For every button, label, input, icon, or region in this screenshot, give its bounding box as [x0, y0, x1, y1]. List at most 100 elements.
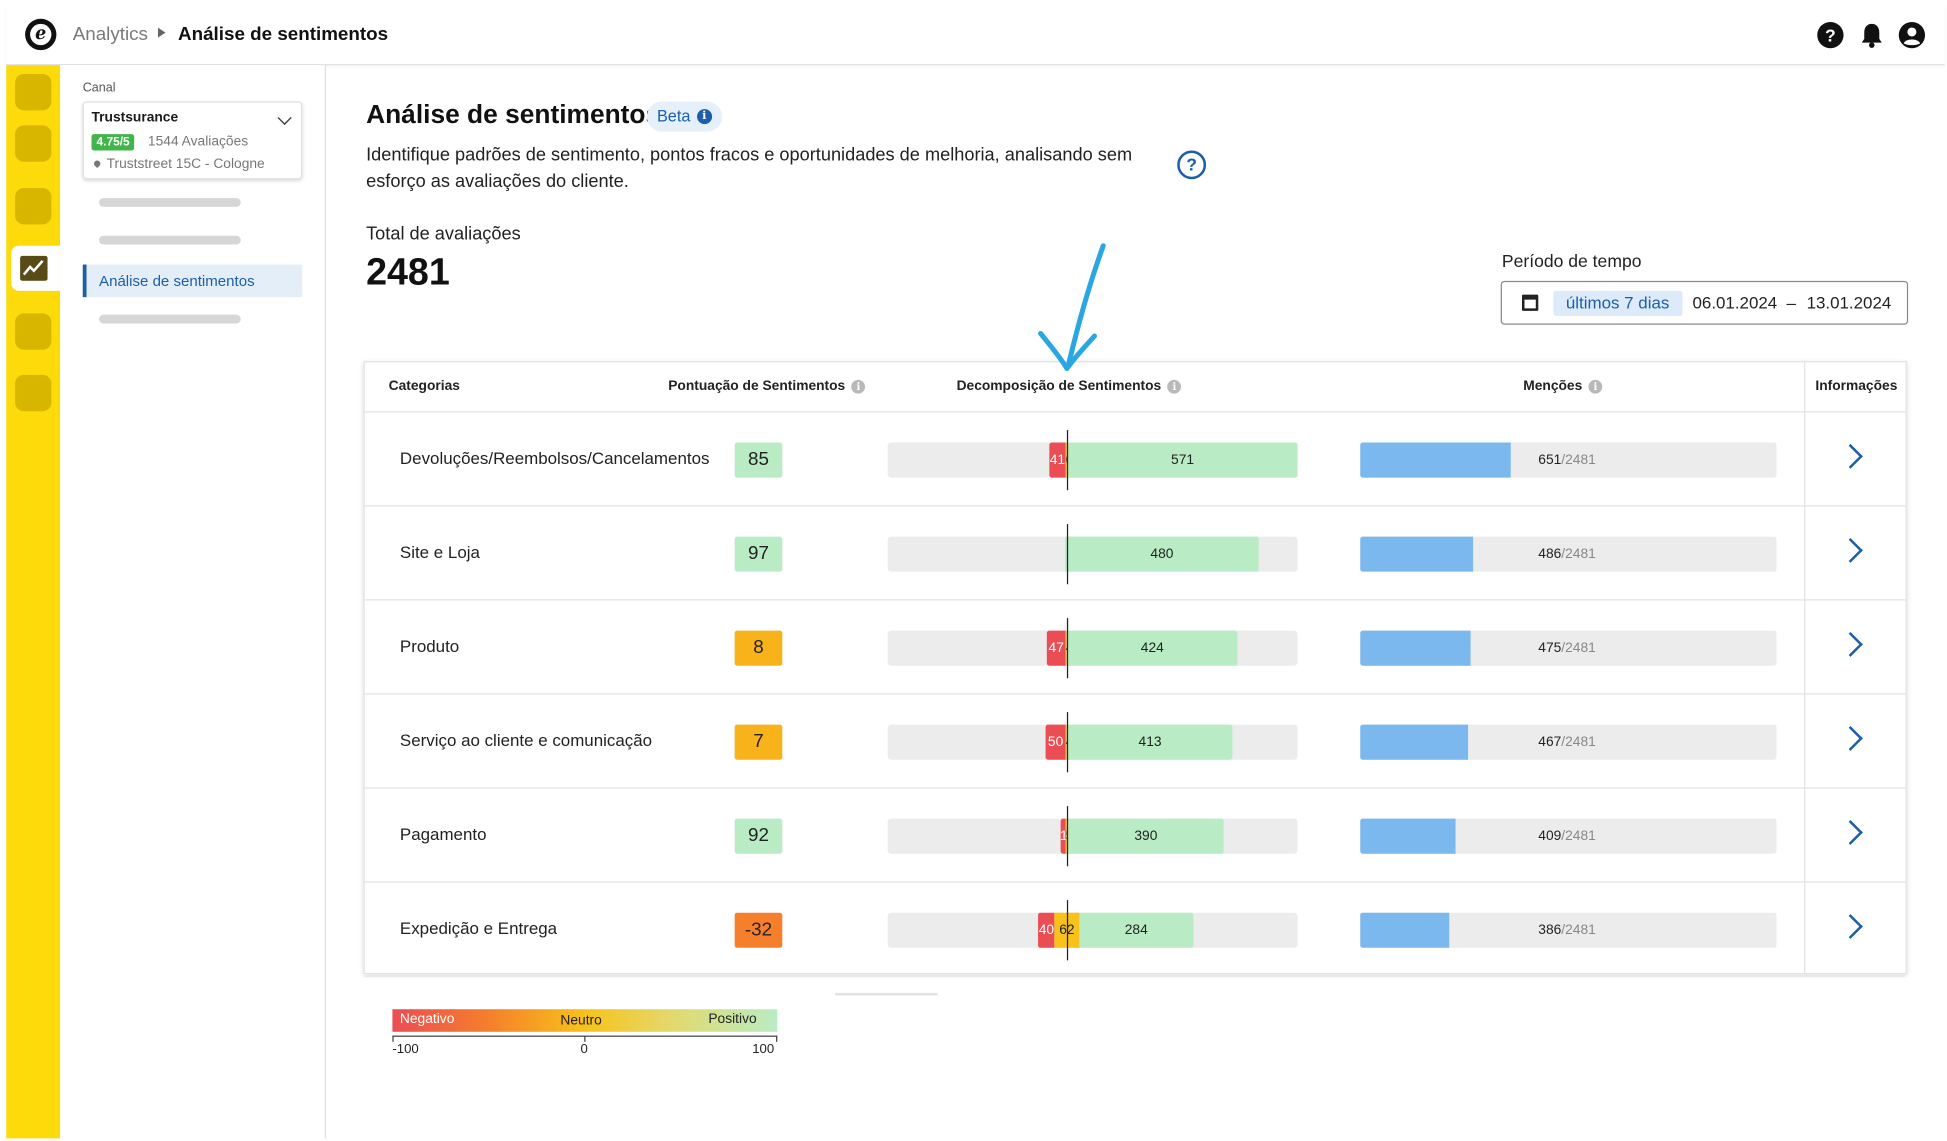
- chevron-right-icon[interactable]: [1838, 631, 1863, 657]
- beta-label: Beta: [656, 106, 691, 126]
- nav-placeholder-icon[interactable]: [15, 125, 52, 162]
- mentions-total: /2481: [1561, 546, 1596, 562]
- date-to: 13.01.2024: [1806, 293, 1892, 313]
- sidebar-item-placeholder[interactable]: [99, 235, 241, 245]
- negative-segment[interactable]: 41: [1049, 442, 1066, 478]
- bell-icon[interactable]: [1858, 21, 1886, 49]
- calendar-icon: [1521, 294, 1539, 311]
- mentions-value: 475: [1538, 640, 1562, 656]
- positive-segment[interactable]: 424: [1067, 630, 1238, 666]
- positive-segment[interactable]: 284: [1079, 912, 1194, 948]
- mentions-total: /2481: [1561, 922, 1596, 938]
- sidebar-item-placeholder[interactable]: [99, 314, 241, 324]
- time-period-label: Período de tempo: [1501, 250, 1642, 271]
- info-icon[interactable]: i: [1167, 379, 1182, 394]
- logo-letter: e: [30, 23, 52, 46]
- negative-segment[interactable]: 50: [1045, 724, 1066, 760]
- mentions-bar: [1360, 536, 1473, 572]
- main-nav-rail: [6, 65, 61, 1139]
- header-label: Menções: [1523, 378, 1583, 394]
- nav-placeholder-icon[interactable]: [15, 188, 52, 225]
- account-icon[interactable]: [1898, 21, 1926, 49]
- channel-selector[interactable]: Trustsurance 4.75/5 1544 Avaliações Trus…: [82, 101, 303, 180]
- sentiment-score-badge: 85: [734, 442, 783, 478]
- chevron-right-icon[interactable]: [1838, 726, 1863, 751]
- header-label: Categorias: [388, 378, 460, 394]
- positive-segment[interactable]: 480: [1065, 536, 1259, 572]
- nav-placeholder-icon[interactable]: [15, 73, 52, 111]
- category-name: Produto: [399, 636, 460, 656]
- nav-analytics-active[interactable]: [11, 245, 61, 291]
- legend-mid-value: 0: [580, 1041, 588, 1057]
- table-row[interactable]: Pagamento92145390409/2481: [364, 789, 1906, 883]
- app-logo[interactable]: e: [25, 18, 57, 51]
- sidebar-item-placeholder[interactable]: [99, 198, 241, 207]
- info-icon[interactable]: i: [851, 379, 866, 394]
- mentions-total: /2481: [1561, 828, 1596, 844]
- page-description: Identifique padrões de sentimento, ponto…: [366, 145, 1133, 192]
- table-row[interactable]: Expedição e Entrega-324062284386/2481: [364, 883, 1906, 977]
- sentiment-score-badge: 97: [734, 536, 783, 572]
- mentions-bar: [1360, 724, 1469, 760]
- mentions-total: /2481: [1561, 734, 1596, 750]
- zero-line: [1066, 900, 1069, 961]
- mentions-bar: [1360, 442, 1511, 478]
- table-row[interactable]: Serviço ao cliente e comunicação75044134…: [364, 695, 1906, 789]
- chevron-right-icon[interactable]: [1838, 820, 1863, 845]
- table-row[interactable]: Devoluções/Reembolsos/Cancelamentos 85 41 6…: [364, 412, 1906, 507]
- mentions-total: /2481: [1561, 640, 1596, 656]
- negative-segment[interactable]: 47: [1046, 630, 1066, 666]
- chevron-right-icon[interactable]: [1838, 914, 1863, 939]
- category-name: Site e Loja: [399, 542, 480, 562]
- info-icon: i: [696, 109, 712, 125]
- chevron-down-icon[interactable]: [277, 110, 292, 125]
- negative-segment[interactable]: 40: [1038, 912, 1055, 948]
- breadcrumb-current: Análise de sentimentos: [178, 23, 389, 46]
- location-pin-icon: [92, 159, 102, 169]
- legend-min-value: -100: [392, 1041, 419, 1057]
- column-header-score: Pontuação de Sentimentos i: [668, 379, 866, 394]
- legend-max-value: 100: [752, 1041, 775, 1057]
- channel-label: Canal: [82, 81, 116, 96]
- channel-address: Truststreet 15C - Cologne: [92, 157, 265, 172]
- table-row[interactable]: Site e Loja 97 480 486/2481: [364, 506, 1906, 601]
- positive-segment[interactable]: 390: [1067, 818, 1225, 854]
- legend-tick: [776, 1035, 778, 1042]
- sentiment-score-badge: 7: [734, 724, 783, 760]
- positive-segment[interactable]: 413: [1067, 724, 1233, 760]
- nav-placeholder-icon[interactable]: [15, 374, 52, 412]
- column-header-categories: Categorias: [389, 379, 460, 394]
- annotation-arrow-icon: [1038, 243, 1106, 372]
- mentions-count: 467/2481: [1538, 735, 1596, 750]
- help-icon[interactable]: ?: [1177, 150, 1207, 180]
- address-text: Truststreet 15C - Cologne: [106, 156, 265, 172]
- beta-badge[interactable]: Beta i: [646, 101, 722, 132]
- help-icon[interactable]: ?: [1817, 21, 1845, 49]
- secondary-sidebar: Canal Trustsurance 4.75/5 1544 Avaliaçõe…: [60, 65, 326, 1139]
- horizontal-scrollbar[interactable]: [834, 992, 938, 996]
- nav-placeholder-icon[interactable]: [15, 313, 52, 350]
- mentions-bar: [1360, 912, 1450, 948]
- table-row[interactable]: Produto8474424475/2481: [364, 601, 1906, 695]
- date-range-picker[interactable]: últimos 7 dias 06.01.2024 – 13.01.2024: [1500, 280, 1909, 325]
- mentions-count: 475/2481: [1538, 641, 1596, 656]
- breadcrumb-analytics[interactable]: Analytics: [73, 24, 148, 45]
- mentions-value: 409: [1538, 828, 1562, 844]
- chevron-right-icon[interactable]: [1838, 537, 1863, 563]
- info-icon[interactable]: i: [1588, 379, 1603, 394]
- top-bar: e Analytics Análise de sentimentos ?: [6, 3, 1945, 66]
- mentions-count: 651/2481: [1538, 453, 1596, 468]
- chart-trend-icon: [20, 255, 48, 281]
- mentions-count: 409/2481: [1538, 829, 1596, 844]
- positive-segment[interactable]: 571: [1068, 442, 1298, 478]
- preset-chip[interactable]: últimos 7 dias: [1553, 290, 1682, 316]
- column-header-breakdown: Decomposição de Sentimentos i: [957, 379, 1182, 394]
- mentions-bar: [1360, 818, 1455, 854]
- header-label: Informações: [1815, 378, 1898, 394]
- mentions-count: 486/2481: [1538, 547, 1596, 562]
- chevron-right-icon[interactable]: [1838, 443, 1863, 469]
- breadcrumb-separator-icon: [157, 27, 166, 38]
- rating-badge: 4.75/5: [91, 134, 135, 151]
- sidebar-item-sentiment-analysis[interactable]: Análise de sentimentos: [82, 264, 303, 298]
- category-name: Devoluções/Reembolsos/Cancelamentos: [399, 448, 710, 468]
